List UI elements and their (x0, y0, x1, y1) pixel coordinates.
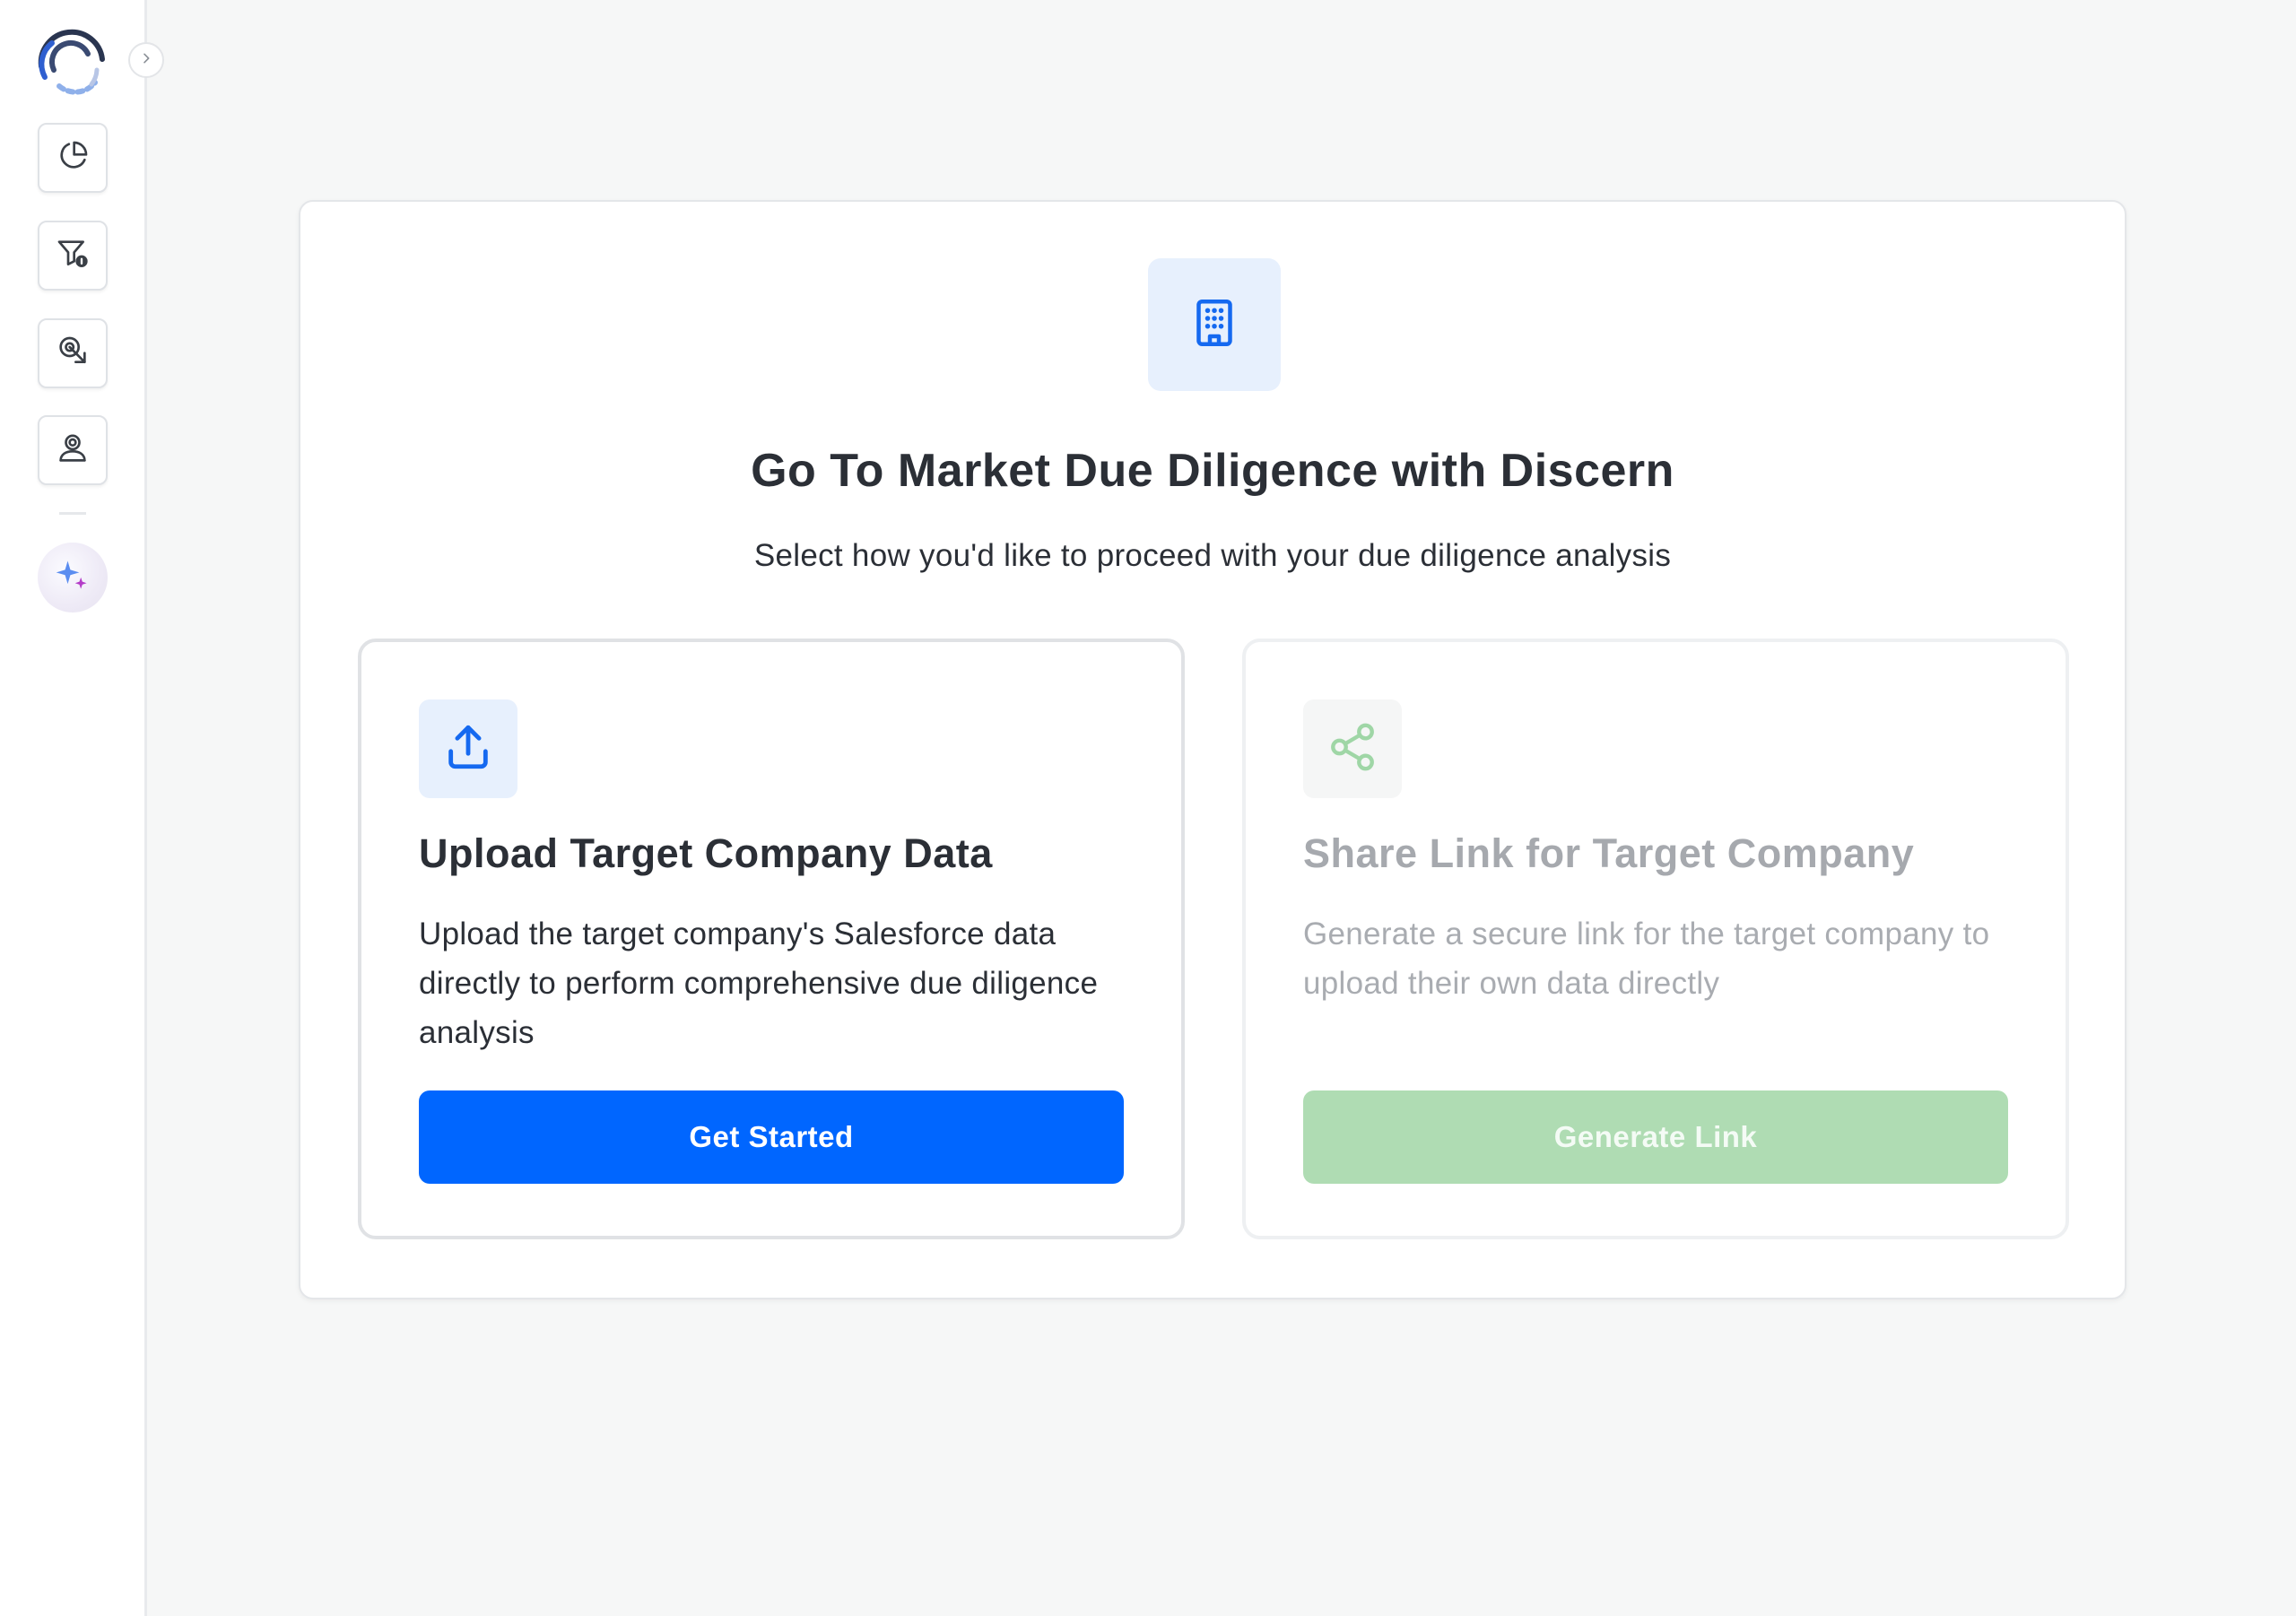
filter-info-icon (55, 236, 91, 276)
hero-icon-container (1148, 258, 1281, 391)
share-card-title: Share Link for Target Company (1303, 830, 1915, 876)
building-icon (1187, 296, 1241, 354)
chevron-right-icon (139, 51, 153, 70)
pie-chart-icon (55, 138, 91, 178)
sparkles-icon (53, 556, 92, 600)
share-card-description: Generate a secure link for the target co… (1303, 917, 1990, 1001)
get-started-button[interactable]: Get Started (419, 1090, 1124, 1184)
upload-icon-container (419, 699, 517, 798)
nav-touch-button[interactable] (38, 318, 108, 388)
sidebar-divider (59, 512, 86, 515)
upload-card-title: Upload Target Company Data (419, 830, 993, 876)
page-subtitle: Select how you'd like to proceed with yo… (753, 538, 1672, 573)
upload-data-card[interactable]: Upload Target Company Data Upload the ta… (358, 639, 1185, 1239)
nav-pie-chart-button[interactable] (38, 123, 108, 193)
due-diligence-panel: Go To Market Due Diligence with Discern … (299, 200, 2126, 1299)
discern-logo-icon[interactable] (32, 23, 111, 99)
ai-assistant-button[interactable] (38, 543, 108, 613)
share-link-card: Share Link for Target Company Generate a… (1242, 639, 2069, 1239)
nav-filter-button[interactable] (38, 221, 108, 291)
nav-user-button[interactable] (38, 415, 108, 485)
touch-pointer-icon (55, 334, 91, 374)
sidebar-collapse-button[interactable] (128, 42, 164, 78)
generate-link-button: Generate Link (1303, 1090, 2008, 1184)
share-icon (1326, 721, 1378, 778)
user-badge-icon (55, 430, 91, 471)
sidebar (0, 0, 147, 1616)
share-icon-container (1303, 699, 1402, 798)
upload-card-description: Upload the target company's Salesforce d… (419, 917, 1099, 1050)
upload-icon (442, 721, 494, 778)
page-title: Go To Market Due Diligence with Discern (751, 445, 1674, 497)
